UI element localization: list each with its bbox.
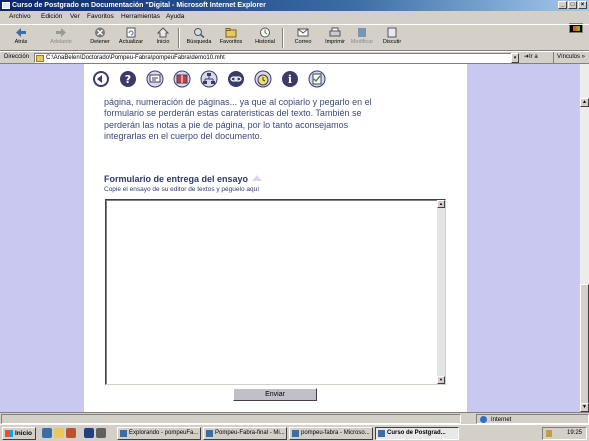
printer-icon — [329, 27, 341, 37]
back-arrow-icon — [16, 28, 26, 37]
stop-button[interactable]: Detener — [83, 26, 117, 50]
clock-icon[interactable] — [254, 70, 272, 88]
menu-bar: Archivo Edición Ver Favoritos Herramient… — [0, 11, 589, 33]
speaker-icon[interactable] — [546, 430, 552, 437]
home-icon — [157, 27, 169, 38]
page-scrollbar[interactable]: ▲ ▼ — [579, 64, 589, 412]
form-title: Formulario de entrega del ensayo — [104, 174, 263, 184]
scroll-down-icon[interactable]: ▼ — [580, 403, 589, 412]
menu-herramientas[interactable]: Herramientas — [121, 11, 160, 23]
status-text — [1, 414, 461, 424]
address-input[interactable]: C:\AnaBelen\Doctorado\Pompeu-Fabra\pompe… — [34, 53, 519, 63]
home-button[interactable]: Inicio — [146, 26, 180, 50]
menu-edicion[interactable]: Edición — [41, 11, 62, 23]
network-icon[interactable] — [200, 70, 218, 88]
book-icon[interactable] — [173, 70, 191, 88]
desktop-quicklaunch-icon[interactable] — [84, 428, 94, 438]
search-button[interactable]: Búsqueda — [182, 26, 216, 50]
task-ie-pompeu[interactable]: pompeu-fabra - Microso... — [289, 427, 373, 440]
menu-ayuda[interactable]: Ayuda — [166, 11, 184, 23]
taskbar: Inicio Explorando - pompeuFa... Pompeu-F… — [0, 424, 589, 441]
discuss-button[interactable]: Discutir — [375, 26, 409, 50]
mail-icon — [297, 28, 309, 37]
app-quicklaunch-icon[interactable] — [66, 428, 76, 438]
ie-quicklaunch-icon[interactable] — [42, 428, 52, 438]
task-ie-curso[interactable]: Curso de Postgrad... — [375, 427, 459, 440]
svg-text:?: ? — [125, 73, 131, 86]
page-body: ? i página, numeración de páginas... ya … — [84, 64, 467, 412]
form-subtitle: Copie el ensayo de su editor de textos y… — [104, 186, 260, 193]
standard-toolbar: Atrás Adelante Detener Actualizar Inicio… — [0, 24, 589, 51]
start-button[interactable]: Inicio — [2, 427, 36, 440]
discuss-icon — [387, 27, 397, 38]
favorites-button[interactable]: Favoritos — [214, 26, 248, 50]
scroll-up-icon[interactable]: ▲ — [580, 98, 589, 107]
app2-quicklaunch-icon[interactable] — [96, 428, 106, 438]
instructions-text: página, numeración de páginas... ya que … — [104, 97, 372, 141]
ie-icon — [2, 2, 10, 9]
globe-icon — [480, 416, 487, 423]
edit-button[interactable]: Modificar — [345, 26, 379, 50]
address-bar: Dirección C:\AnaBelen\Doctorado\Pompeu-F… — [0, 51, 589, 64]
title-bar[interactable]: Curso de Postgrado en Documentación "Dig… — [0, 0, 589, 11]
back-arrow-icon[interactable] — [92, 70, 110, 88]
menu-ver[interactable]: Ver — [70, 11, 80, 23]
task-explorer[interactable]: Explorando - pompeuFa... — [117, 427, 201, 440]
collapse-triangle-icon — [252, 175, 263, 181]
essay-textarea[interactable]: ▲ ▼ — [105, 199, 446, 385]
window-controls: _ □ × — [558, 1, 587, 9]
clock: 19:25 — [566, 430, 582, 436]
forward-arrow-icon — [56, 28, 66, 37]
refresh-icon — [126, 27, 136, 38]
close-button[interactable]: × — [578, 1, 587, 9]
textarea-scrollbar[interactable]: ▲ ▼ — [437, 200, 445, 384]
history-icon — [260, 27, 270, 38]
scroll-up-icon[interactable]: ▲ — [437, 200, 445, 208]
go-button[interactable]: ➜Ir a — [524, 52, 538, 63]
menu-archivo[interactable]: Archivo — [9, 11, 31, 23]
maximize-button[interactable]: □ — [568, 1, 577, 9]
task-word[interactable]: Pompeu-Fabra-final - Mi... — [203, 427, 287, 440]
stop-icon — [95, 27, 105, 38]
window-title: Curso de Postgrado en Documentación "Dig… — [12, 2, 266, 9]
back-button[interactable]: Atrás — [4, 26, 38, 50]
favorites-folder-icon — [225, 28, 237, 38]
menu-favoritos[interactable]: Favoritos — [87, 11, 114, 23]
security-zone: Internet — [476, 414, 589, 424]
browser-window: Curso de Postgrado en Documentación "Dig… — [0, 0, 589, 441]
check-icon[interactable] — [308, 70, 326, 88]
address-label: Dirección — [4, 54, 30, 60]
help-icon[interactable]: ? — [119, 70, 137, 88]
page-icon — [36, 55, 44, 62]
address-url: C:\AnaBelen\Doctorado\Pompeu-Fabra\pompe… — [46, 55, 225, 61]
windows-logo-icon — [5, 430, 13, 437]
scrollbar-thumb[interactable] — [580, 284, 589, 404]
folder-quicklaunch-icon[interactable] — [54, 428, 64, 438]
mail-button[interactable]: Correo — [286, 26, 320, 50]
chat-icon[interactable] — [146, 70, 164, 88]
edit-icon — [358, 28, 366, 37]
minimize-button[interactable]: _ — [558, 1, 567, 9]
forward-button[interactable]: Adelante — [44, 26, 78, 50]
history-button[interactable]: Historial — [248, 26, 282, 50]
web-content: ? i página, numeración de páginas... ya … — [0, 64, 579, 412]
scroll-down-icon[interactable]: ▼ — [437, 376, 445, 384]
links-toolbar[interactable]: Vínculos » — [553, 52, 585, 63]
svg-text:i: i — [288, 73, 292, 86]
search-icon — [194, 28, 205, 38]
course-nav-icons: ? i — [92, 70, 326, 92]
link-icon[interactable] — [227, 70, 245, 88]
system-tray: 19:25 — [542, 427, 587, 440]
submit-button[interactable]: Enviar — [233, 388, 317, 401]
status-bar: Internet — [0, 412, 589, 424]
info-icon[interactable]: i — [281, 70, 299, 88]
refresh-button[interactable]: Actualizar — [114, 26, 148, 50]
address-dropdown-button[interactable]: ▾ — [511, 53, 519, 63]
